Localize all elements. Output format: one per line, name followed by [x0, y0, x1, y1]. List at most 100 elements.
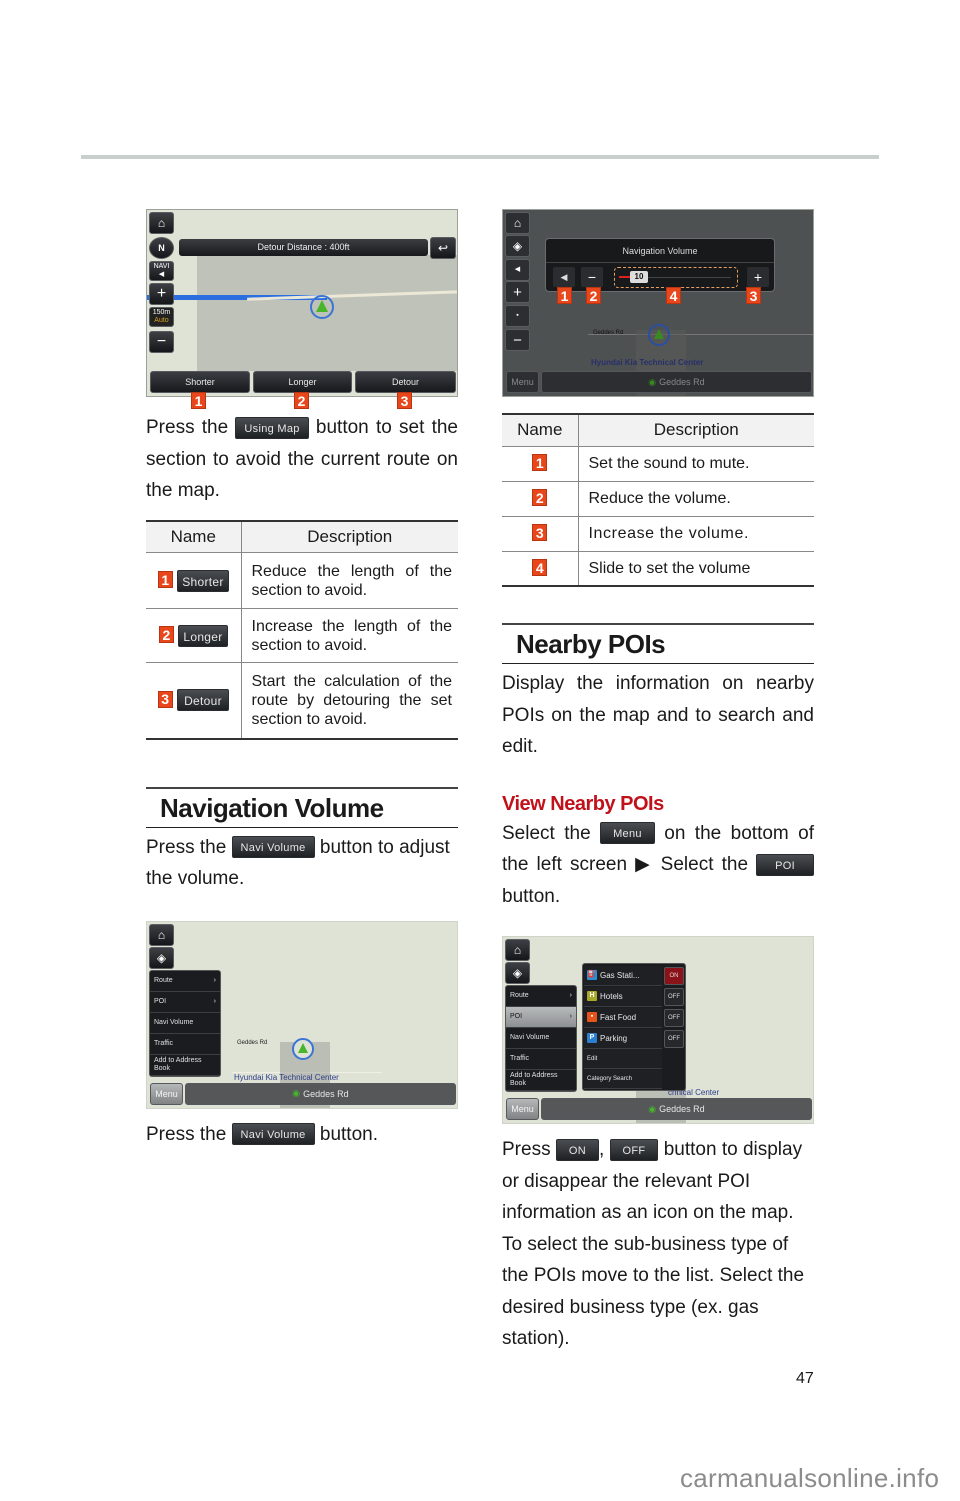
- auto-label: Auto: [154, 317, 169, 324]
- scale-indicator: ▪: [505, 305, 530, 327]
- menu-item-route[interactable]: Route ›: [506, 986, 576, 1007]
- callout-badge: 3: [532, 524, 548, 542]
- menu-item-route[interactable]: Route ›: [150, 971, 220, 992]
- parking-toggle[interactable]: OFF: [664, 1029, 684, 1048]
- description-cell: Reduce the volume.: [578, 481, 814, 517]
- using-map-button[interactable]: Using Map: [235, 416, 309, 439]
- on-button-ref[interactable]: ON: [555, 1138, 599, 1161]
- compass-icon: ◈: [156, 950, 167, 965]
- back-icon: ↩: [437, 241, 449, 255]
- menu-item-label: Add to Address Book: [154, 1056, 202, 1072]
- text: Press the: [146, 1123, 227, 1145]
- navi-volume-side-button[interactable]: ◀: [505, 259, 530, 281]
- zoom-in-button[interactable]: +: [505, 281, 530, 303]
- text: button.: [319, 1123, 378, 1145]
- home-icon: ⌂: [157, 216, 166, 230]
- menu-button[interactable]: Menu: [506, 371, 539, 393]
- slider-handle[interactable]: 10: [630, 271, 648, 283]
- callout-badge: 4: [532, 559, 548, 576]
- speaker-icon: ◀: [158, 271, 165, 278]
- navi-volume-button[interactable]: Navi Volume: [231, 836, 315, 859]
- current-road-label: Geddes Rd: [659, 1104, 705, 1114]
- menu-item-label: Add to Address Book: [510, 1072, 558, 1087]
- current-road-label: Geddes Rd: [659, 377, 705, 387]
- longer-button[interactable]: Longer: [253, 371, 352, 393]
- home-button[interactable]: ⌂: [149, 212, 174, 234]
- poi-screenshot: chnical Center ⌂ ◈ Route › POI › Navi Volu…: [502, 936, 814, 1124]
- poi-label: Gas Stati...: [600, 970, 640, 980]
- poi-item-fast-food[interactable]: ▪ Fast Food: [584, 1007, 662, 1028]
- mute-button[interactable]: ◀: [553, 267, 575, 287]
- poi-item-hotels[interactable]: H Hotels: [584, 986, 662, 1007]
- volume-slider[interactable]: 10: [614, 267, 738, 288]
- navi-volume-button[interactable]: Navi Volume: [231, 1123, 315, 1146]
- navi-volume-side-button[interactable]: NAVI ◀: [149, 261, 174, 281]
- home-button[interactable]: ⌂: [505, 212, 530, 234]
- menu-item-poi[interactable]: POI ›: [506, 1007, 576, 1028]
- badge-row: 1 2 3: [146, 392, 458, 415]
- gas-station-toggle[interactable]: ON: [664, 966, 684, 985]
- detour-distance-banner: Detour Distance : 400ft: [179, 239, 428, 256]
- table-row: 4 Slide to set the volume: [502, 551, 814, 587]
- navi-label: NAVI: [153, 263, 170, 270]
- compass-button[interactable]: ◈: [505, 235, 530, 257]
- fast-food-toggle[interactable]: OFF: [664, 1008, 684, 1027]
- callout-badge-1: 1: [557, 287, 572, 304]
- menu-screenshot: Geddes Rd Hyundai Kia Technical Center ⌂…: [146, 920, 458, 1109]
- home-button[interactable]: ⌂: [149, 923, 174, 946]
- poi-item-gas-station[interactable]: ⛽ Gas Stati...: [584, 965, 662, 986]
- poi-row-gas-station: ⛽ Gas Stati... ON: [584, 965, 684, 986]
- text: button to display or disappear the relev…: [502, 1139, 805, 1349]
- name-cell: 1: [502, 446, 579, 482]
- off-button-ref[interactable]: OFF: [609, 1138, 659, 1161]
- menu-item-traffic[interactable]: Traffic: [506, 1049, 576, 1070]
- chevron-right-icon: ›: [569, 992, 572, 999]
- poi-item-parking[interactable]: P Parking: [584, 1028, 662, 1049]
- menu-item-navi-volume[interactable]: Navi Volume: [506, 1028, 576, 1049]
- menu-button-ref[interactable]: Menu: [600, 822, 655, 845]
- menu-item-add-to-address-book[interactable]: Add to Address Book: [150, 1055, 220, 1076]
- place-label: Hyundai Kia Technical Center: [234, 1072, 339, 1082]
- current-road-label: Geddes Rd: [303, 1088, 349, 1099]
- header-description: Description: [241, 519, 458, 553]
- zoom-out-button[interactable]: −: [505, 329, 530, 351]
- volume-down-button[interactable]: −: [581, 267, 603, 287]
- compass-button[interactable]: ◈: [505, 962, 530, 984]
- home-button[interactable]: ⌂: [505, 939, 530, 961]
- home-icon: ⌂: [157, 927, 166, 942]
- menu-item-label: Traffic: [510, 1055, 530, 1062]
- hotels-toggle[interactable]: OFF: [664, 987, 684, 1006]
- zoom-out-button[interactable]: −: [149, 331, 174, 353]
- text: button.: [502, 885, 561, 907]
- dialog-title: Navigation Volume: [546, 239, 774, 263]
- shorter-button[interactable]: Shorter: [150, 371, 250, 393]
- callout-badge-3: 3: [746, 287, 761, 304]
- poi-edit-item[interactable]: Edit: [584, 1049, 662, 1069]
- gas-station-icon: ⛽: [587, 970, 597, 980]
- location-icon: ◉: [648, 376, 657, 387]
- menu-item-poi[interactable]: POI ›: [150, 992, 220, 1013]
- poi-button-ref[interactable]: POI: [756, 853, 815, 876]
- text: Press: [502, 1139, 551, 1160]
- zoom-in-button[interactable]: +: [149, 283, 174, 305]
- detour-button[interactable]: Detour: [355, 371, 456, 393]
- menu-item-traffic[interactable]: Traffic: [150, 1034, 220, 1055]
- road-label: Geddes Rd: [593, 330, 624, 336]
- north-button[interactable]: N: [149, 237, 174, 259]
- menu-item-add-to-address-book[interactable]: Add to Address Book: [506, 1070, 576, 1091]
- menu-panel: Route › POI › Navi Volume Traffic Add to A…: [149, 969, 221, 1077]
- menu-item-label: Navi Volume: [510, 1034, 550, 1041]
- parking-icon: P: [587, 1033, 597, 1043]
- back-button[interactable]: ↩: [430, 237, 456, 259]
- compass-button[interactable]: ◈: [149, 946, 174, 969]
- volume-screenshot: Geddes Rd Hyundai Kia Technical Center ⌂…: [502, 209, 814, 397]
- description-cell: Set the sound to mute.: [578, 446, 814, 482]
- menu-button[interactable]: Menu: [506, 1098, 539, 1120]
- menu-item-navi-volume[interactable]: Navi Volume: [150, 1013, 220, 1034]
- location-icon: ◉: [648, 1103, 657, 1114]
- description-cell: Increase the volume.: [578, 516, 814, 552]
- volume-up-button[interactable]: +: [747, 267, 769, 287]
- poi-category-search-item[interactable]: Category Search: [584, 1069, 662, 1089]
- text: Select the: [502, 822, 591, 844]
- menu-button[interactable]: Menu: [150, 1082, 183, 1105]
